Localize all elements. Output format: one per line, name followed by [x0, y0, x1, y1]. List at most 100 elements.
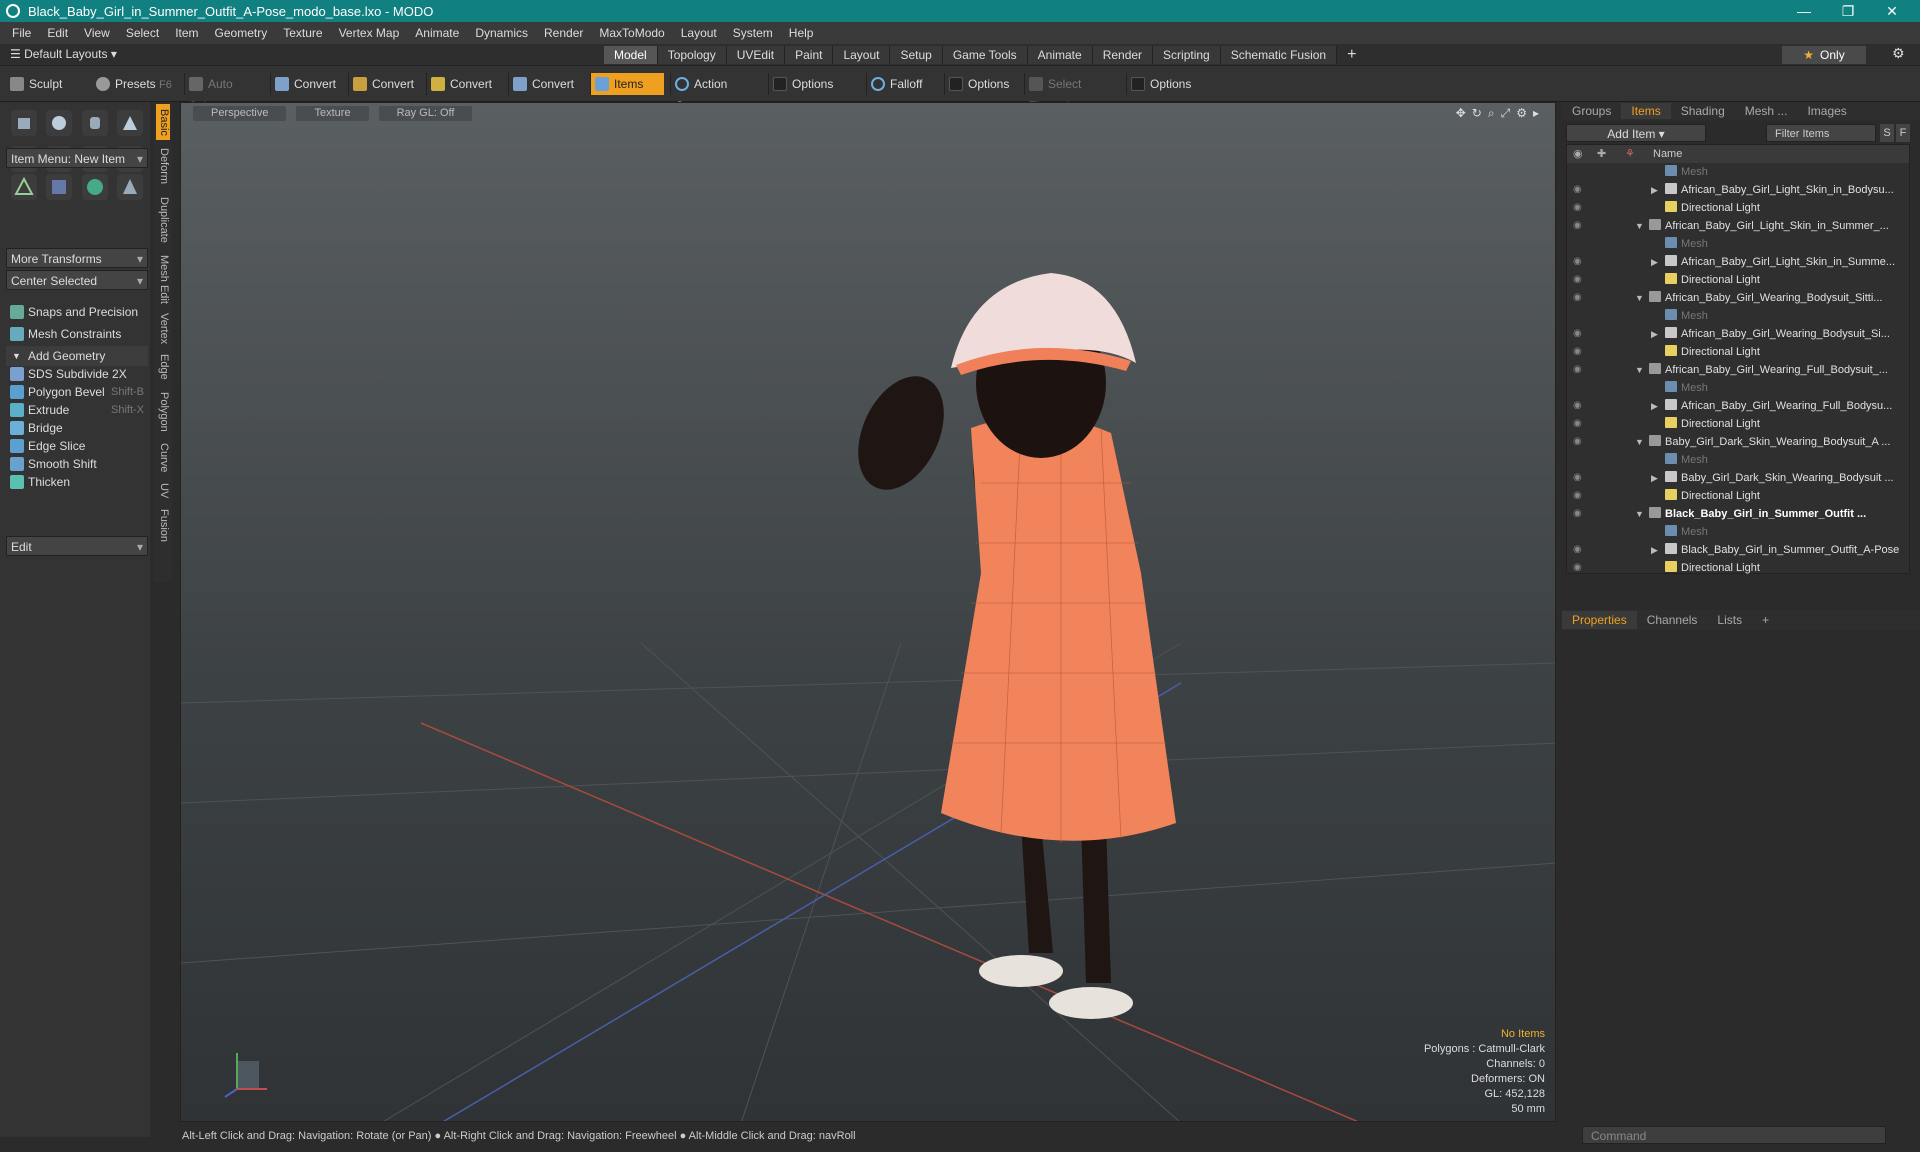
falloff-button[interactable]: Falloff [866, 73, 942, 95]
sphere-icon[interactable] [46, 110, 73, 136]
item-row[interactable]: ◉ ▼ African_Baby_Girl_Wearing_Bodysuit_Sit… [1567, 289, 1909, 307]
menu-item-file[interactable]: File [4, 26, 39, 40]
item-row[interactable]: ◉ Directional Light [1567, 199, 1909, 217]
tool-polygon-bevel-button[interactable]: Polygon Bevel Shift-B [6, 382, 148, 402]
globe-icon[interactable] [81, 174, 108, 200]
item-row[interactable]: ◉ Directional Light [1567, 271, 1909, 289]
convert-button-1[interactable]: Convert [270, 73, 346, 95]
tool-smooth-shift-button[interactable]: Smooth Shift [6, 454, 148, 474]
tool-edge-slice-button[interactable]: Edge Slice [6, 436, 148, 456]
menu-item-item[interactable]: Item [167, 26, 206, 40]
expand-right-icon[interactable]: ▶ [1651, 541, 1658, 559]
convert-button-2[interactable]: Convert [348, 73, 424, 95]
item-menu-dropdown[interactable]: Item Menu: New Item [6, 148, 148, 169]
vtab-duplicate[interactable]: Duplicate [156, 192, 170, 248]
pan-icon[interactable]: ✥ [1456, 106, 1466, 121]
tab-topology[interactable]: Topology [657, 46, 727, 64]
expand-right-icon[interactable]: ▶ [1651, 181, 1658, 199]
item-row[interactable]: Mesh [1567, 451, 1909, 469]
menu-item-dynamics[interactable]: Dynamics [467, 26, 536, 40]
vtab-basic[interactable]: Basic [156, 104, 170, 140]
item-row[interactable]: ◉ Directional Light [1567, 415, 1909, 433]
vtab-fusion[interactable]: Fusion [156, 506, 170, 546]
vtab-mesh-edit[interactable]: Mesh Edit [156, 250, 170, 308]
visibility-eye-icon[interactable]: ◉ [1573, 289, 1582, 307]
filter-f-button[interactable]: F [1896, 124, 1910, 142]
menu-item-help[interactable]: Help [781, 26, 822, 40]
visibility-eye-icon[interactable]: ◉ [1573, 343, 1582, 361]
select-through-button[interactable]: Select Through [1024, 73, 1124, 113]
panel-tab-images[interactable]: Images [1797, 103, 1856, 119]
vtab-edge[interactable]: Edge [156, 350, 170, 384]
tool-sds-subdivide-2x-button[interactable]: SDS Subdivide 2X [6, 364, 148, 384]
auto-select-button[interactable]: Auto Select [184, 73, 266, 113]
visibility-eye-icon[interactable]: ◉ [1573, 505, 1582, 523]
item-row[interactable]: ◉ ▶ African_Baby_Girl_Light_Skin_in_Bodysu… [1567, 181, 1909, 199]
options-button-2[interactable]: Options [944, 73, 1022, 95]
tab-paint[interactable]: Paint [785, 46, 834, 64]
expand-right-icon[interactable]: ▶ [1651, 253, 1658, 271]
item-row[interactable]: ◉ ▶ Baby_Girl_Dark_Skin_Wearing_Bodysuit .… [1567, 469, 1909, 487]
item-row[interactable]: ◉ ▶ Black_Baby_Girl_in_Summer_Outfit_A-Pos… [1567, 541, 1909, 559]
options-button-3[interactable]: Options [1126, 73, 1214, 95]
snaps-precision-button[interactable]: Snaps and Precision [6, 302, 148, 322]
panel-tab-groups[interactable]: Groups [1562, 103, 1621, 119]
menu-item-vertex-map[interactable]: Vertex Map [331, 26, 408, 40]
transform-icon[interactable] [10, 174, 37, 200]
item-row[interactable]: ◉ ▶ African_Baby_Girl_Wearing_Bodysuit_Si.… [1567, 325, 1909, 343]
tab-game-tools[interactable]: Game Tools [942, 46, 1028, 64]
panel-tab-mesh-[interactable]: Mesh ... [1735, 103, 1798, 119]
expand-right-icon[interactable]: ▶ [1651, 397, 1658, 415]
edit-dropdown[interactable]: Edit [6, 536, 148, 557]
tool-extrude-button[interactable]: Extrude Shift-X [6, 400, 148, 420]
fit-icon[interactable]: ⤢ [1501, 106, 1511, 121]
tab-render[interactable]: Render [1092, 46, 1154, 64]
cylinder-icon[interactable] [81, 110, 108, 136]
presets-button[interactable]: Presets F6 [92, 73, 180, 95]
expand-right-icon[interactable]: ▶ [1651, 325, 1658, 343]
zoom-icon[interactable]: ⌕ [1488, 106, 1495, 121]
visibility-eye-icon[interactable]: ◉ [1573, 487, 1582, 505]
panel-tab-shading[interactable]: Shading [1671, 103, 1735, 119]
filter-items-input[interactable]: Filter Items [1766, 124, 1876, 142]
viewport-gear-icon[interactable]: ⚙ [1516, 106, 1527, 121]
add-tab-icon[interactable]: + [1337, 46, 1366, 64]
cube-icon[interactable] [10, 110, 37, 136]
center-selected-dropdown[interactable]: Center Selected [6, 270, 148, 291]
default-layouts-dropdown[interactable]: ☰ Default Layouts ▾ [10, 47, 117, 61]
visibility-eye-icon[interactable]: ◉ [1573, 253, 1582, 271]
expand-down-icon[interactable]: ▼ [1635, 361, 1644, 379]
tab-model[interactable]: Model [604, 46, 658, 64]
menu-item-edit[interactable]: Edit [39, 26, 76, 40]
more-transforms-dropdown[interactable]: More Transforms [6, 248, 148, 269]
vtab-curve[interactable]: Curve [156, 440, 170, 476]
menu-item-system[interactable]: System [725, 26, 781, 40]
item-row[interactable]: ◉ ▶ African_Baby_Girl_Wearing_Full_Bodysu.… [1567, 397, 1909, 415]
menu-item-geometry[interactable]: Geometry [207, 26, 276, 40]
item-row[interactable]: ◉ Directional Light [1567, 343, 1909, 361]
visibility-eye-icon[interactable]: ◉ [1573, 559, 1582, 577]
add-item-dropdown[interactable]: Add Item ▾ [1566, 124, 1706, 142]
item-row[interactable]: ◉ Directional Light [1567, 487, 1909, 505]
items-mode-button[interactable]: Items [590, 73, 664, 95]
name-column-header[interactable]: Name [1653, 148, 1682, 160]
minimize-icon[interactable]: — [1784, 0, 1824, 22]
item-row[interactable]: ◉ ▼ African_Baby_Girl_Wearing_Full_Bodysui… [1567, 361, 1909, 379]
visibility-eye-icon[interactable]: ◉ [1573, 217, 1582, 235]
item-row[interactable]: ◉ ▶ African_Baby_Girl_Light_Skin_in_Summe.… [1567, 253, 1909, 271]
visibility-eye-icon[interactable]: ◉ [1573, 469, 1582, 487]
tab-setup[interactable]: Setup [890, 46, 943, 64]
visibility-eye-icon[interactable]: ◉ [1573, 145, 1583, 163]
close-icon[interactable]: ✕ [1872, 0, 1912, 22]
item-row[interactable]: ◉ ▼ African_Baby_Girl_Light_Skin_in_Summer… [1567, 217, 1909, 235]
search-s-button[interactable]: S [1880, 124, 1894, 142]
vtab-deform[interactable]: Deform [156, 142, 170, 190]
vtab-vertex[interactable]: Vertex [156, 310, 170, 348]
visibility-eye-icon[interactable]: ◉ [1573, 541, 1582, 559]
props-tab-lists[interactable]: Lists [1707, 611, 1752, 629]
visibility-eye-icon[interactable]: ◉ [1573, 415, 1582, 433]
tool-bridge-button[interactable]: Bridge [6, 418, 148, 438]
item-row[interactable]: Mesh [1567, 235, 1909, 253]
panel-tab-items[interactable]: Items [1621, 103, 1671, 119]
tab-uvedit[interactable]: UVEdit [726, 46, 786, 64]
